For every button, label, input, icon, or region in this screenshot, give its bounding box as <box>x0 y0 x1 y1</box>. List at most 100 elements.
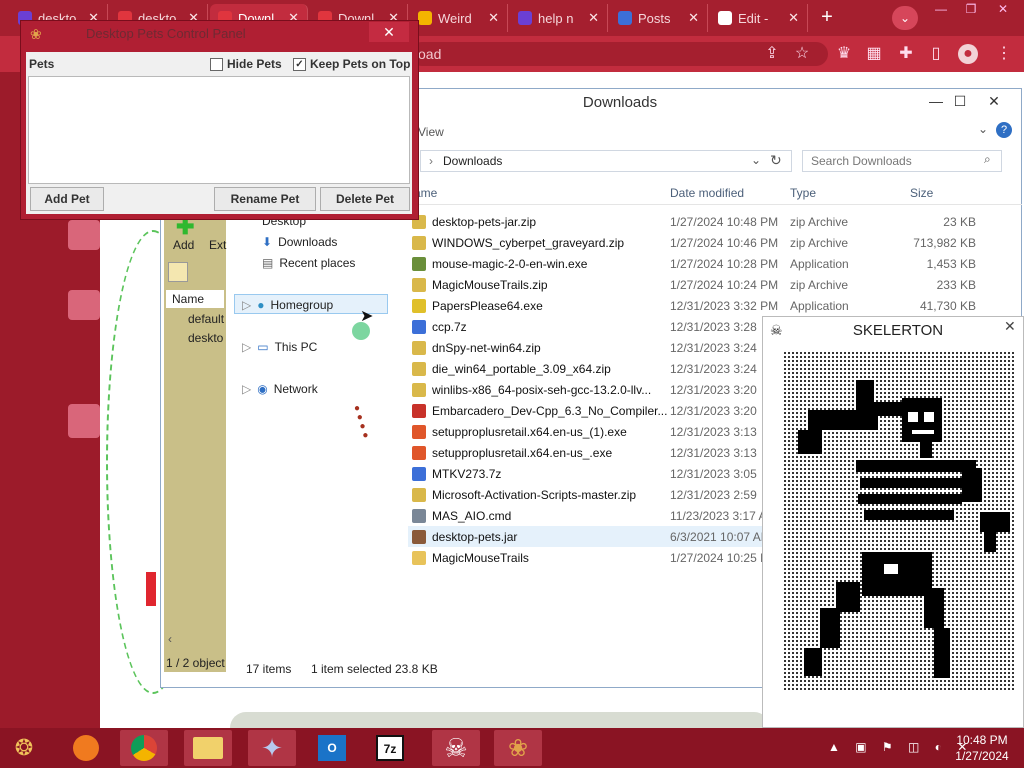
file-row[interactable]: desktop-pets.jar 6/3/2021 10:07 AM <box>408 526 771 547</box>
file-row[interactable]: setupproplusretail.x64.en-us_.exe 12/31/2… <box>408 442 768 463</box>
nav-thispc-label: This PC <box>274 340 318 354</box>
taskbar-chrome-icon[interactable] <box>120 730 168 766</box>
up-folder-icon[interactable] <box>168 262 188 282</box>
hide-pets-box[interactable] <box>210 58 223 72</box>
file-row[interactable]: mouse-magic-2-0-en-win.exe 1/27/2024 10:2… <box>408 253 976 274</box>
file-row[interactable]: winlibs-x86_64-posix-seh-gcc-13.2.0-llv.… <box>408 379 768 400</box>
explorer-address-bar[interactable]: › Downloads ⌄ <box>420 150 792 172</box>
nav-thispc[interactable]: ▷ ▭ This PC <box>242 340 317 354</box>
left-item-default[interactable]: default <box>188 312 224 326</box>
file-row[interactable]: Microsoft-Activation-Scripts-master.zip 1… <box>408 484 768 505</box>
help-icon[interactable]: ? <box>996 122 1012 138</box>
column-size[interactable]: Size <box>910 186 933 200</box>
nav-network[interactable]: ▷ ◉ Network <box>242 382 318 396</box>
left-item-desktop[interactable]: deskto <box>188 331 223 345</box>
profile-avatar-icon[interactable]: ● <box>958 44 978 64</box>
tab-5[interactable]: Weird ✕ <box>410 4 508 32</box>
file-row[interactable]: setupproplusretail.x64.en-us_(1).exe 12/3… <box>408 421 768 442</box>
ribbon-expand-icon[interactable]: ⌄ <box>978 122 988 136</box>
file-type-icon <box>412 277 426 292</box>
file-row[interactable]: MTKV273.7z 12/31/2023 3:05 <box>408 463 768 484</box>
tab-close-icon[interactable]: ✕ <box>688 10 699 26</box>
window-close-button[interactable]: ✕ <box>988 2 1018 18</box>
explorer-minimize-button[interactable]: — <box>924 91 948 111</box>
add-pet-button[interactable]: Add Pet <box>30 187 104 211</box>
new-tab-button[interactable]: + <box>816 6 838 28</box>
puzzle-icon[interactable]: ✚ <box>896 44 916 64</box>
file-row[interactable]: dnSpy-net-win64.zip 12/31/2023 3:24 <box>408 337 768 358</box>
tab-search-icon[interactable]: ⌄ <box>892 6 918 30</box>
taskbar-7zip-icon[interactable]: 7z <box>366 730 414 766</box>
page-button-red[interactable] <box>68 220 100 250</box>
keep-on-top-box[interactable]: ✓ <box>293 58 306 72</box>
pets-close-button[interactable]: ✕ <box>369 22 409 42</box>
start-button[interactable]: ❂ <box>6 732 42 764</box>
name-column-label[interactable]: Name <box>166 290 224 308</box>
page-button-red-3[interactable] <box>68 404 100 438</box>
expand-icon[interactable]: ▷ <box>242 298 251 312</box>
sidepanel-icon[interactable]: ▯ <box>926 44 946 64</box>
window-minimize-button[interactable]: — <box>928 2 954 18</box>
file-row[interactable]: ccp.7z 12/31/2023 3:28 <box>408 316 768 337</box>
address-dropdown-icon[interactable]: ⌄ <box>751 153 761 167</box>
file-type: zip Archive <box>790 214 849 229</box>
search-icon[interactable]: ⌕ <box>984 152 991 167</box>
explorer-close-button[interactable]: ✕ <box>982 91 1006 111</box>
taskbar-explorer-icon[interactable] <box>184 730 232 766</box>
nav-downloads[interactable]: ⬇ Downloads <box>262 235 337 249</box>
hide-pets-checkbox[interactable]: Hide Pets <box>210 57 282 72</box>
pc-icon: ▭ <box>257 340 269 354</box>
file-row[interactable]: Embarcadero_Dev-Cpp_6.3_No_Compiler... 12… <box>408 400 768 421</box>
file-date: 12/31/2023 3:13 <box>670 445 757 460</box>
taskbar-pets-icon[interactable]: ❀ <box>494 730 542 766</box>
nav-homegroup[interactable]: ▷ ● Homegroup <box>242 298 333 312</box>
taskbar-firefox-icon[interactable] <box>62 730 110 766</box>
file-date: 12/31/2023 3:24 <box>670 340 757 355</box>
ribbon-tab-view[interactable]: View <box>418 125 444 139</box>
tab-close-icon[interactable]: ✕ <box>788 10 799 26</box>
tab-close-icon[interactable]: ✕ <box>488 10 499 26</box>
bookmark-star-icon[interactable]: ☆ <box>792 44 812 64</box>
refresh-icon[interactable]: ↻ <box>770 152 782 169</box>
explorer-maximize-button[interactable]: ☐ <box>948 91 972 111</box>
file-row[interactable]: MagicMouseTrails.zip 1/27/2024 10:24 PM zi… <box>408 274 976 295</box>
tab-7[interactable]: Posts ✕ <box>610 4 708 32</box>
share-icon[interactable]: ⇪ <box>762 44 782 64</box>
left-scroll-left-icon[interactable]: ‹ <box>168 632 172 646</box>
file-row[interactable]: die_win64_portable_3.09_x64.zip 12/31/202… <box>408 358 768 379</box>
taskbar-clock[interactable]: 10:48 PM 1/27/2024 <box>944 732 1020 764</box>
delete-pet-button[interactable]: Delete Pet <box>320 187 410 211</box>
extension-icon[interactable]: ♛ <box>834 44 854 64</box>
file-row[interactable]: MAS_AIO.cmd 11/23/2023 3:17 A <box>408 505 768 526</box>
pets-list[interactable] <box>28 76 410 184</box>
taskbar-mousetrails-icon[interactable]: ✦ <box>248 730 296 766</box>
breadcrumb-downloads[interactable]: Downloads <box>443 154 502 168</box>
nav-recent[interactable]: ▤ Recent places <box>262 256 355 270</box>
grid-extension-icon[interactable]: ▦ <box>864 44 884 64</box>
search-input[interactable]: Search Downloads <box>802 150 1002 172</box>
expand-icon[interactable]: ▷ <box>242 340 251 354</box>
column-date[interactable]: Date modified <box>670 186 744 200</box>
file-size: 233 KB <box>936 277 976 292</box>
taskbar-outlook-icon[interactable]: O <box>308 730 356 766</box>
keep-on-top-checkbox[interactable]: ✓ Keep Pets on Top <box>293 57 410 72</box>
file-name: Embarcadero_Dev-Cpp_6.3_No_Compiler... <box>432 403 668 418</box>
skelerton-close-button[interactable]: ✕ <box>1004 318 1016 335</box>
rename-pet-button[interactable]: Rename Pet <box>214 187 316 211</box>
window-restore-button[interactable]: ❐ <box>958 2 984 18</box>
taskbar-skelerton-icon[interactable]: ☠ <box>432 730 480 766</box>
file-row[interactable]: WINDOWS_cyberpet_graveyard.zip 1/27/2024 … <box>408 232 976 253</box>
file-name: die_win64_portable_3.09_x64.zip <box>432 361 611 376</box>
file-row[interactable]: MagicMouseTrails 1/27/2024 10:25 P <box>408 547 768 568</box>
file-row[interactable]: PapersPlease64.exe 12/31/2023 3:32 PM Appl… <box>408 295 976 316</box>
tab-6[interactable]: help n ✕ <box>510 4 608 32</box>
file-type: zip Archive <box>790 235 849 250</box>
page-button-red-2[interactable] <box>68 290 100 320</box>
file-type-icon <box>412 445 426 460</box>
file-row[interactable]: desktop-pets-jar.zip 1/27/2024 10:48 PM zi… <box>408 211 976 232</box>
tab-8[interactable]: Edit - ✕ <box>710 4 808 32</box>
menu-kebab-icon[interactable]: ⋮ <box>994 44 1014 64</box>
tab-close-icon[interactable]: ✕ <box>588 10 599 26</box>
expand-icon[interactable]: ▷ <box>242 382 251 396</box>
column-type[interactable]: Type <box>790 186 816 200</box>
